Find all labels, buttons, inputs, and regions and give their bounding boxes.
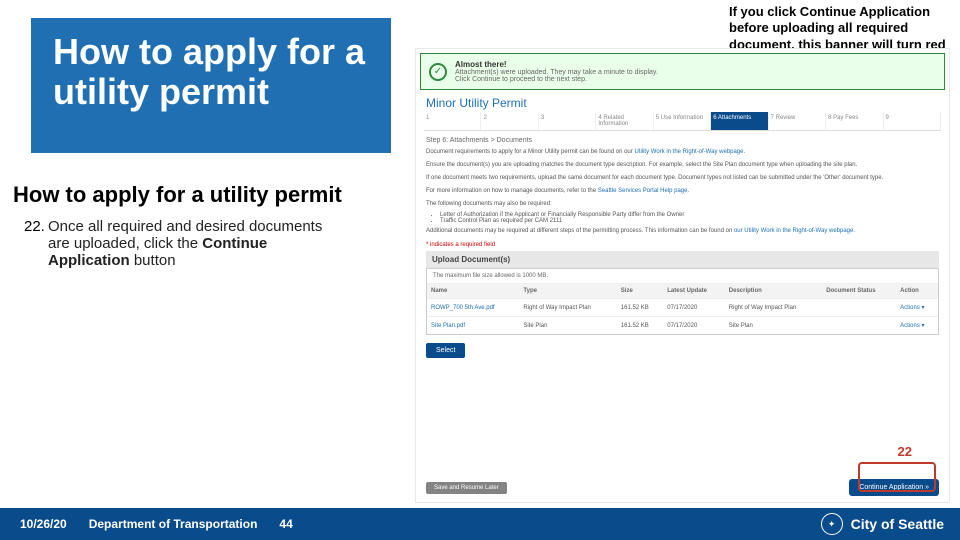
file-table: NameTypeSizeLatest UpdateDescriptionDocu… [427,284,938,334]
save-resume-button[interactable]: Save and Resume Later [426,482,507,494]
para6: Additional documents may be required at … [426,227,939,236]
file-name[interactable]: Site Plan.pdf [427,317,519,335]
stepper-item[interactable]: 2 [481,112,538,130]
required-docs-list: Letter of Authorization if the Applicant… [440,212,939,224]
page-title: How to apply for a utility permit [53,32,369,111]
table-col-description: Description [725,284,822,299]
table-col-latest-update: Latest Update [663,284,725,299]
stepper-item[interactable]: 4 Related Information [596,112,653,130]
table-col-action: Action [896,284,938,299]
embedded-screenshot: ✓ Almost there! Attachment(s) were uploa… [415,48,950,503]
table-col-size: Size [617,284,663,299]
file-size: 161.52 KB [617,299,663,317]
select-button[interactable]: Select [426,343,465,358]
table-col-type: Type [519,284,616,299]
step-instruction: Once all required and desired documents … [48,218,348,269]
footer-brand: ✦ City of Seattle [821,513,944,535]
file-status [822,317,896,335]
para2: Ensure the document(s) you are uploading… [426,161,939,170]
link-help-page[interactable]: Seattle Services Portal Help page. [598,188,689,194]
table-col-document-status: Document Status [822,284,896,299]
para3: If one document meets two requirements, … [426,174,939,183]
step-number: 22. [24,218,45,235]
link-utility-webpage-2[interactable]: our Utility Work in the Right-of-Way web… [734,228,855,234]
footer-dept: Department of Transportation [89,517,258,531]
table-header-row: NameTypeSizeLatest UpdateDescriptionDocu… [427,284,938,299]
callout-box [858,462,936,492]
stepper-item[interactable]: 9 [884,112,941,130]
table-col-name: Name [427,284,519,299]
title-banner: How to apply for a utility permit [31,18,391,153]
file-desc: Site Plan [725,317,822,335]
file-size: 161.52 KB [617,317,663,335]
stepper-item[interactable]: 8 Pay Fees [826,112,883,130]
stepper-item[interactable]: 5 Use Information [654,112,711,130]
stepper-item[interactable]: 3 [539,112,596,130]
para1: Document requirements to apply for a Min… [426,148,939,157]
table-row: ROWP_700 5th Ave.pdfRight of Way Impact … [427,299,938,317]
banner-line2b: Click Continue to proceed to the next st… [455,76,658,83]
footer-date: 10/26/20 [20,517,67,531]
check-icon: ✓ [429,63,447,81]
file-name[interactable]: ROWP_700 5th Ave.pdf [427,299,519,317]
file-date: 07/17/2020 [663,317,725,335]
stepper-item[interactable]: 1 [424,112,481,130]
seal-icon: ✦ [821,513,843,535]
required-note: * indicates a required field [426,242,939,248]
file-type: Right of Way Impact Plan [519,299,616,317]
subheading: How to apply for a utility permit [13,182,342,208]
table-row: Site Plan.pdfSite Plan161.52 KB07/17/202… [427,317,938,335]
permit-title: Minor Utility Permit [426,96,939,110]
stepper: 1234 Related Information5 Use Informatio… [424,112,941,131]
link-utility-webpage[interactable]: Utility Work in the Right-of-Way webpage… [634,149,745,155]
footer-page: 44 [279,517,292,531]
step-text-a: Once all required and desired documents … [48,218,322,252]
banner-line1: Almost there! [455,60,658,69]
file-date: 07/17/2020 [663,299,725,317]
slide-footer: 10/26/20 Department of Transportation 44… [0,508,960,540]
upload-note: The maximum file size allowed is 1000 MB… [427,269,938,284]
upload-box: The maximum file size allowed is 1000 MB… [426,268,939,335]
step-breadcrumb: Step 6: Attachments > Documents [426,137,939,144]
file-status [822,299,896,317]
file-actions[interactable]: Actions ▾ [896,299,938,317]
callout-number: 22 [898,444,912,459]
file-actions[interactable]: Actions ▾ [896,317,938,335]
file-desc: Right of Way Impact Plan [725,299,822,317]
brand-line2: City of Seattle [851,516,944,532]
upload-header: Upload Document(s) [426,251,939,268]
step-text-b: button [130,252,176,269]
file-type: Site Plan [519,317,616,335]
list-item: Traffic Control Plan as required per CAM… [440,218,939,224]
para4: For more information on how to manage do… [426,187,939,196]
para5: The following documents may also be requ… [426,200,939,209]
banner-text: Almost there! Attachment(s) were uploade… [455,60,658,83]
success-banner: ✓ Almost there! Attachment(s) were uploa… [420,53,945,90]
banner-line2a: Attachment(s) were uploaded. They may ta… [455,69,658,76]
stepper-item[interactable]: 7 Review [769,112,826,130]
stepper-item[interactable]: 6 Attachments [711,112,768,130]
